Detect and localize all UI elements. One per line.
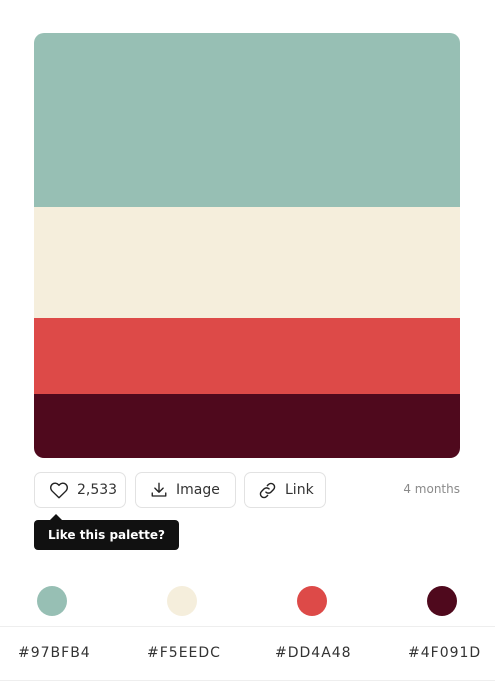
link-button-label: Link [285,482,314,498]
download-icon [150,481,168,499]
palette-age: 4 months [403,482,460,496]
tooltip-arrow [50,514,62,520]
swatch-color-1[interactable] [34,33,460,207]
hex-code-3[interactable]: #DD4A48 [275,645,352,661]
palette-card [34,33,460,458]
palette-page: 2,533 Image Link 4 months Like this pale… [0,0,495,685]
swatch-color-2[interactable] [34,207,460,318]
color-dot-3[interactable] [297,586,327,616]
like-tooltip: Like this palette? [34,514,179,550]
hex-code-1[interactable]: #97BFB4 [18,645,91,661]
hex-code-2[interactable]: #F5EEDC [147,645,221,661]
heart-icon [49,481,69,499]
swatch-color-4[interactable] [34,394,460,458]
image-button-label: Image [176,482,220,498]
swatch-color-3[interactable] [34,318,460,394]
like-count: 2,533 [77,482,118,498]
like-button[interactable]: 2,533 [34,472,126,508]
link-icon [258,481,277,500]
color-dot-2[interactable] [167,586,197,616]
copy-link-button[interactable]: Link [244,472,326,508]
like-tooltip-text: Like this palette? [48,528,165,542]
hex-codes-bar: #97BFB4 #F5EEDC #DD4A48 #4F091D [0,626,495,681]
hex-code-4[interactable]: #4F091D [408,645,481,661]
color-dot-4[interactable] [427,586,457,616]
palette-actions: 2,533 Image Link 4 months [34,472,460,510]
color-dot-1[interactable] [37,586,67,616]
download-image-button[interactable]: Image [135,472,236,508]
